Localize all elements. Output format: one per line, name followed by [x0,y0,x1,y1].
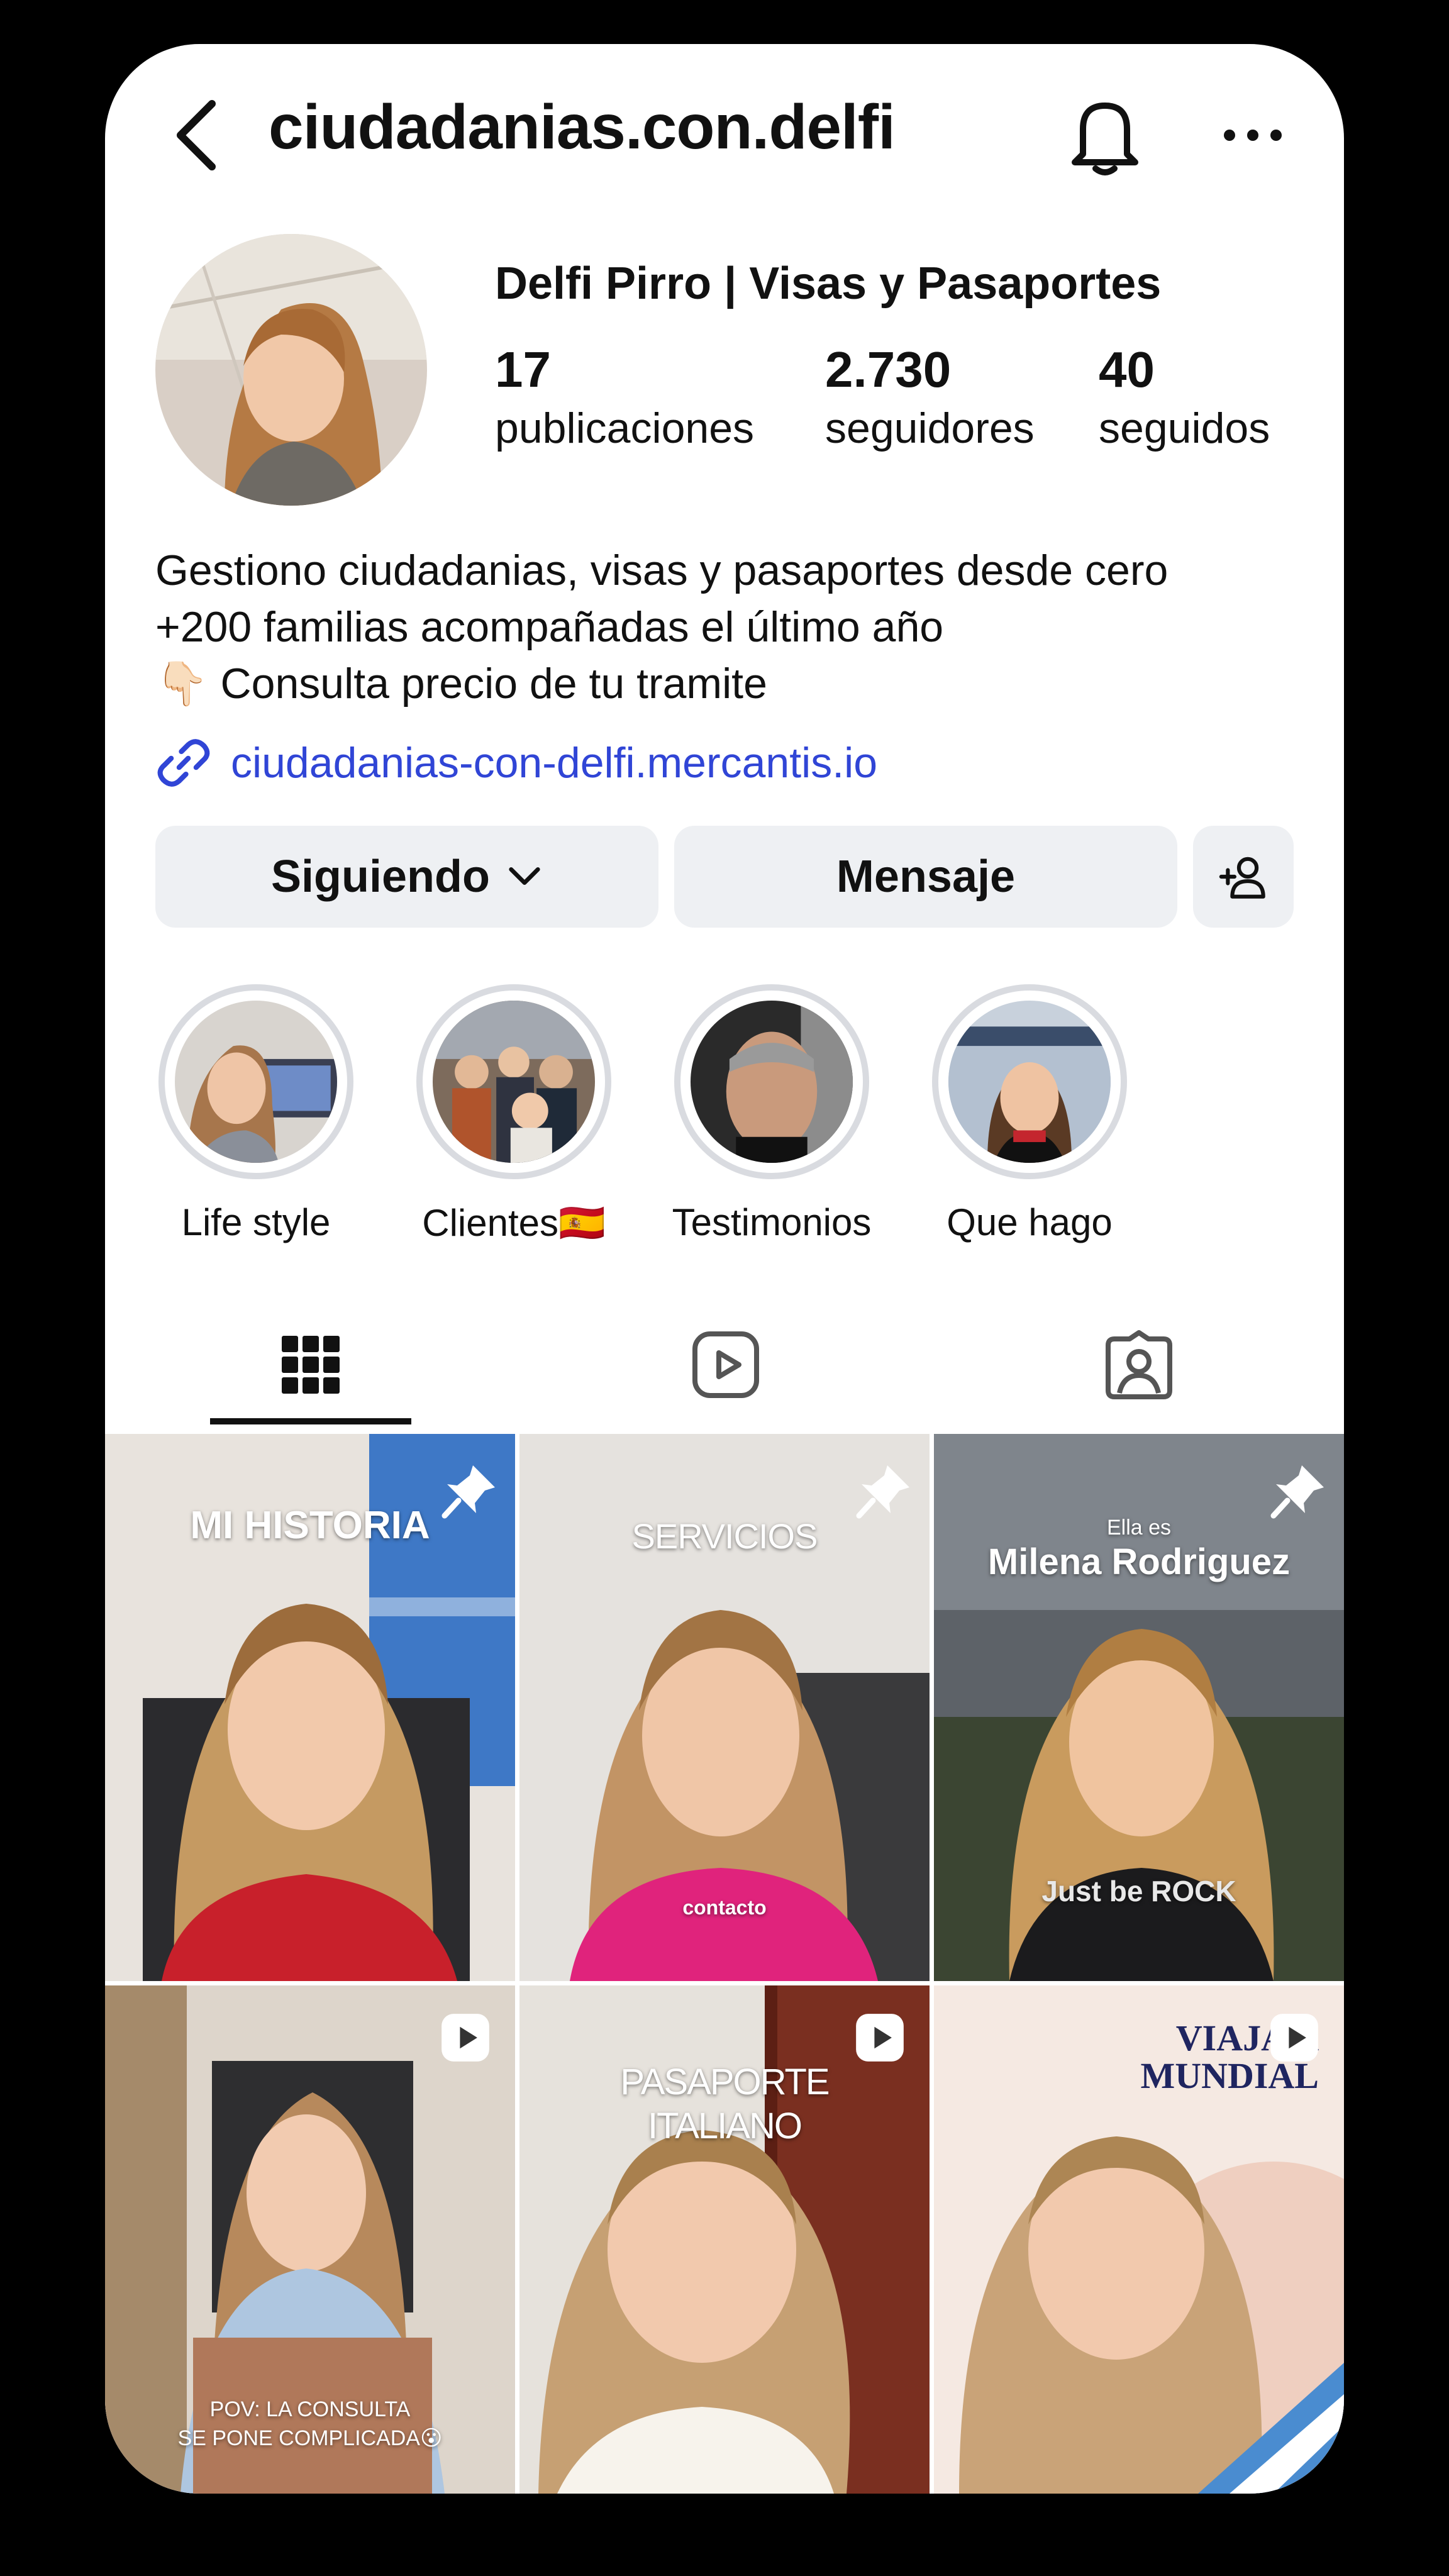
tab-reels[interactable] [631,1305,820,1424]
stat-posts-label: publicaciones [495,404,755,452]
bio-line: 👇🏻 Consulta precio de tu tramite [155,660,767,708]
stat-posts-value: 17 [495,341,551,397]
following-button-label: Siguiendo [271,852,490,902]
post-subcaption: contacto [682,1896,767,1919]
profile-link[interactable]: ciudadanias-con-delfi.mercantis.io [155,728,877,797]
post-caption: PASAPORTE [620,2062,830,2102]
highlight-clientes[interactable]: Clientes🇪🇸 [413,984,614,1245]
display-name: Delfi Pirro | Visas y Pasaportes [495,258,1162,309]
back-arrow-icon[interactable] [168,97,225,173]
stat-followers-value: 2.730 [825,341,952,397]
phone-screen: ciudadanias.con.delfi Delfi Pirro | Visa… [105,44,1344,2494]
shirt-text: Just be ROCK [1041,1875,1236,1907]
add-person-icon [1219,857,1265,899]
post-tile[interactable]: VIAJA A MUNDIAL [934,1985,1344,2494]
highlight-testimonios[interactable]: Testimonios [671,984,872,1244]
reel-icon [441,2014,489,2062]
stat-following-label: seguidos [1099,404,1270,452]
stat-following[interactable]: 40 seguidos [1099,345,1270,453]
bio: Gestiono ciudadanias, visas y pasaportes… [155,542,1168,712]
bio-line: Gestiono ciudadanias, visas y pasaportes… [155,547,1169,594]
reels-icon [692,1331,759,1398]
pin-icon [441,1465,495,1519]
post-caption: POV: LA CONSULTA [209,2397,411,2421]
reel-icon [856,2014,904,2062]
profile-header: ciudadanias.con.delfi [105,44,1344,214]
message-button[interactable]: Mensaje [674,826,1177,928]
stat-followers[interactable]: 2.730 seguidores [825,345,1035,453]
highlight-life-style[interactable]: Life style [155,984,357,1244]
post-tile[interactable]: PASAPORTE ITALIANO [519,1985,930,2494]
post-caption: SE PONE COMPLICADA😮 [177,2426,443,2450]
post-caption: ITALIANO [648,2106,802,2146]
profile-link-text[interactable]: ciudadanias-con-delfi.mercantis.io [231,738,877,787]
pin-icon [856,1465,909,1519]
tab-tagged[interactable] [1045,1305,1233,1424]
username-title: ciudadanias.con.delfi [269,92,896,162]
bell-icon[interactable] [1067,94,1143,176]
chevron-down-icon [509,867,540,886]
highlight-label: Que hago [947,1201,1113,1243]
stat-following-value: 40 [1099,341,1155,397]
highlight-label: Testimonios [672,1201,872,1243]
active-tab-indicator [210,1418,411,1424]
reel-icon [1270,2014,1318,2062]
post-tile[interactable]: Ella es Milena Rodriguez Just be ROCK [934,1434,1344,1981]
post-tile[interactable]: MI HISTORIA [105,1434,515,1981]
tab-posts-grid[interactable] [216,1305,405,1424]
tagged-icon [1106,1330,1172,1399]
suggest-people-button[interactable] [1193,826,1294,928]
highlight-label: Clientes🇪🇸 [422,1202,606,1244]
link-icon [157,739,210,787]
highlight-label: Life style [181,1201,331,1243]
stat-followers-label: seguidores [825,404,1035,452]
following-button[interactable]: Siguiendo [155,826,658,928]
grid-icon [282,1336,340,1394]
post-tile[interactable]: POV: LA CONSULTA SE PONE COMPLICADA😮 [105,1985,515,2494]
stat-posts[interactable]: 17 publicaciones [495,345,754,453]
message-button-label: Mensaje [836,852,1016,902]
post-caption: Milena Rodriguez [987,1541,1291,1582]
pin-icon [1270,1465,1324,1519]
more-options-icon[interactable] [1218,113,1287,157]
post-tile[interactable]: SERVICIOS contacto [519,1434,930,1981]
bio-line: +200 familias acompañadas el último año [155,603,944,651]
profile-avatar[interactable] [155,234,427,506]
highlight-que-hago[interactable]: Que hago [929,984,1130,1244]
